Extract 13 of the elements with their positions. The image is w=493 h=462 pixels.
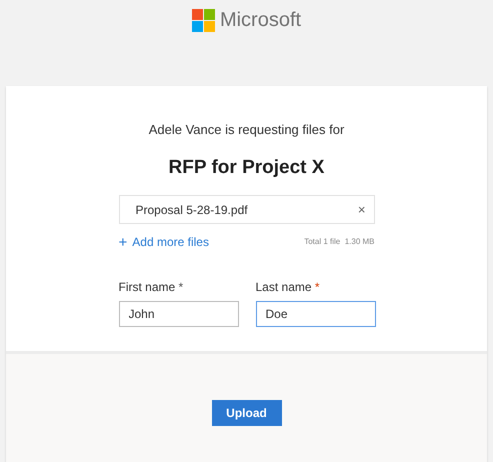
logo-icon [192, 8, 215, 32]
request-title: RFP for Project X [168, 156, 324, 180]
brand-name: Microsoft [220, 8, 302, 33]
upload-button[interactable]: Upload [212, 400, 282, 426]
field-label: Last name * [256, 279, 321, 296]
close-button[interactable]: × [358, 203, 366, 216]
total-size: Total 1 file 1.30 MB [304, 236, 374, 248]
request-intro: Adele Vance is requesting files for [148, 121, 344, 139]
field-label: First name * [118, 279, 184, 296]
file-name: Proposal 5-28-19.pdf [136, 202, 248, 218]
add-files-link[interactable]: + Add more files [118, 233, 209, 251]
name-field[interactable]: John [118, 301, 238, 327]
name-field[interactable]: Doe [256, 301, 376, 327]
